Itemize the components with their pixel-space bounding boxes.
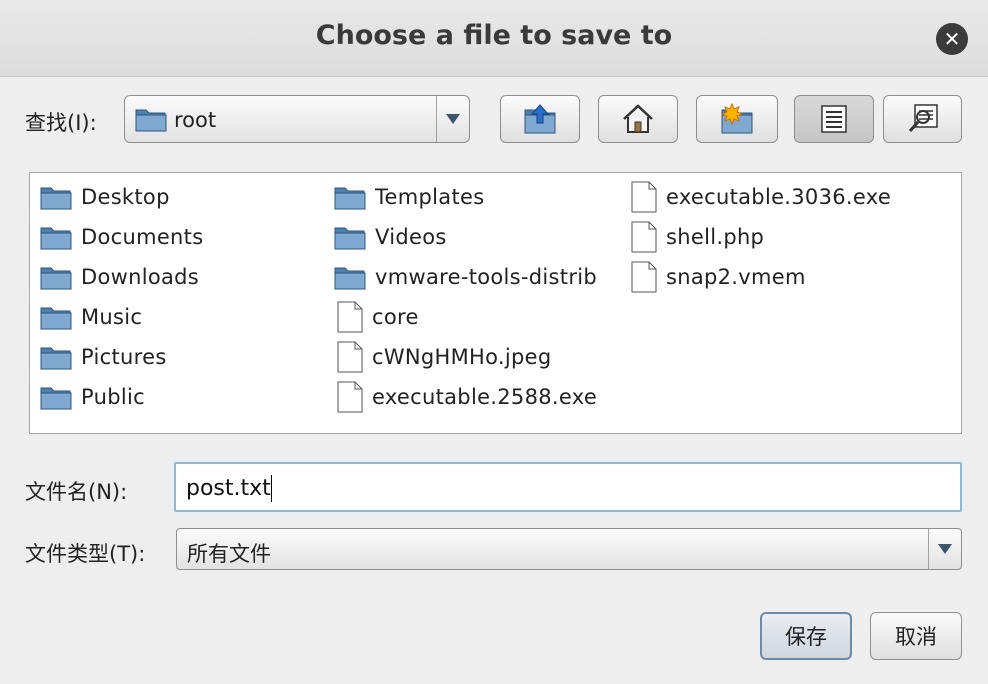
look-in-value: root	[174, 108, 217, 132]
list-item[interactable]: Videos	[334, 219, 447, 255]
up-one-level-button[interactable]	[500, 95, 580, 143]
file-icon	[337, 381, 363, 413]
list-item[interactable]: core	[337, 299, 419, 335]
file-name: executable.3036.exe	[666, 185, 892, 209]
close-icon[interactable]: ✕	[936, 23, 968, 55]
list-item[interactable]: Documents	[40, 219, 203, 255]
folder-icon	[40, 347, 72, 370]
file-icon	[631, 181, 657, 213]
file-name: core	[372, 305, 419, 329]
list-item[interactable]: executable.2588.exe	[337, 379, 597, 415]
folder-icon	[334, 227, 366, 250]
list-item[interactable]: Music	[40, 299, 142, 335]
list-item[interactable]: Downloads	[40, 259, 199, 295]
look-in-combo[interactable]: root	[124, 95, 470, 143]
file-name: snap2.vmem	[666, 265, 806, 289]
list-item[interactable]: executable.3036.exe	[631, 179, 891, 215]
folder-icon	[40, 187, 72, 210]
folder-icon	[334, 187, 366, 210]
new-folder-button[interactable]	[696, 95, 778, 143]
save-button[interactable]: 保存	[760, 612, 852, 660]
text-caret	[271, 475, 272, 502]
home-button[interactable]	[598, 95, 678, 143]
file-name: Videos	[375, 225, 447, 249]
details-icon	[908, 104, 938, 132]
folder-icon	[40, 227, 72, 250]
look-in-label: 查找(I):	[25, 111, 97, 135]
list-item[interactable]: Templates	[334, 179, 484, 215]
save-file-dialog: Choose a file to save to ✕ 查找(I): root D…	[0, 0, 988, 684]
filename-label: 文件名(N):	[25, 480, 128, 504]
folder-icon	[334, 267, 366, 290]
list-item[interactable]: Desktop	[40, 179, 170, 215]
new-folder-icon	[720, 102, 753, 134]
list-item[interactable]: Pictures	[40, 339, 167, 375]
file-name: Pictures	[81, 345, 167, 369]
file-list[interactable]: Desktop Documents Downloads Music Pictur…	[29, 172, 962, 434]
dialog-title: Choose a file to save to	[315, 20, 673, 51]
folder-icon	[40, 387, 72, 410]
list-item[interactable]: cWNgHMHo.jpeg	[337, 339, 552, 375]
file-name: vmware-tools-distrib	[375, 265, 598, 289]
list-item[interactable]: Public	[40, 379, 145, 415]
list-icon	[821, 105, 847, 133]
list-item[interactable]: snap2.vmem	[631, 259, 806, 295]
file-icon	[631, 221, 657, 253]
details-view-button[interactable]	[883, 95, 962, 143]
file-icon	[337, 301, 363, 333]
folder-up-icon	[524, 104, 556, 134]
title-bar: Choose a file to save to ✕	[0, 0, 988, 77]
file-icon	[631, 261, 657, 293]
folder-icon	[135, 109, 167, 132]
filetype-dropdown-arrow[interactable]	[928, 529, 961, 569]
look-in-dropdown-arrow[interactable]	[436, 96, 469, 142]
file-name: shell.php	[666, 225, 765, 249]
filetype-value: 所有文件	[187, 542, 271, 566]
file-name: Music	[81, 305, 143, 329]
folder-icon	[40, 307, 72, 330]
list-item[interactable]: shell.php	[631, 219, 764, 255]
list-item[interactable]: vmware-tools-distrib	[334, 259, 597, 295]
cancel-button[interactable]: 取消	[870, 612, 962, 660]
filename-input[interactable]: post.txt	[174, 462, 962, 512]
home-icon	[623, 104, 653, 133]
file-name: Desktop	[81, 185, 170, 209]
file-name: Documents	[81, 225, 204, 249]
folder-icon	[40, 267, 72, 290]
list-view-button[interactable]	[794, 95, 874, 143]
file-name: Public	[81, 385, 145, 409]
file-name: Templates	[375, 185, 485, 209]
chevron-down-icon	[938, 544, 952, 554]
file-name: executable.2588.exe	[372, 385, 598, 409]
filetype-combo[interactable]: 所有文件	[176, 528, 962, 570]
file-name: Downloads	[81, 265, 200, 289]
filename-value: post.txt	[186, 476, 271, 501]
file-icon	[337, 341, 363, 373]
filetype-label: 文件类型(T):	[25, 542, 146, 566]
file-name: cWNgHMHo.jpeg	[372, 345, 552, 369]
chevron-down-icon	[446, 114, 460, 124]
